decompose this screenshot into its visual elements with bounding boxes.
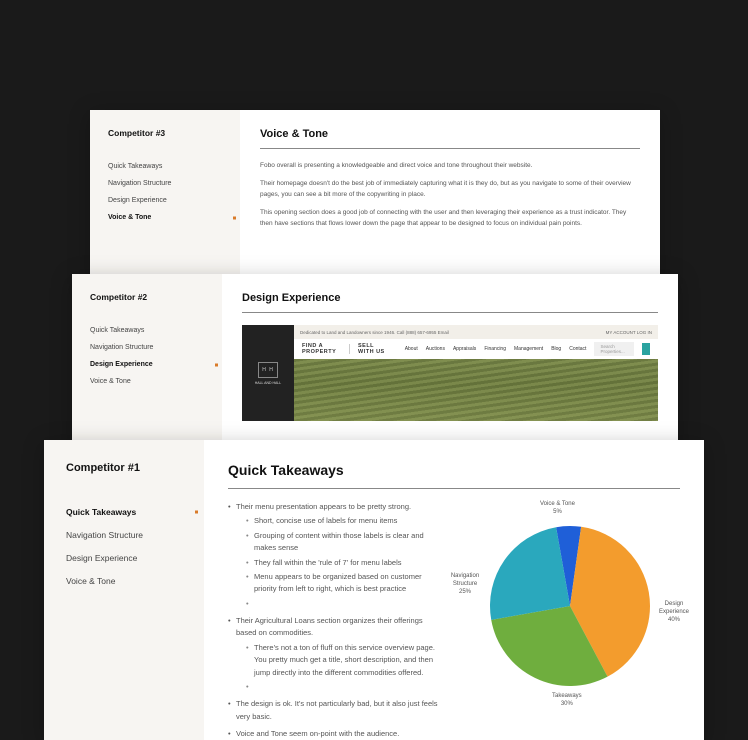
sidebar-item-quick-takeaways[interactable]: Quick Takeaways [108, 160, 226, 173]
search-icon[interactable] [642, 343, 650, 355]
pie-label-voice: Voice & Tone 5% [540, 501, 575, 517]
list-item: Grouping of content within those labels … [246, 530, 440, 555]
sidebar-item-voice-tone[interactable]: Voice & Tone [66, 573, 188, 589]
sidebar-item-navigation-structure[interactable]: Navigation Structure [66, 527, 188, 543]
paragraph: This opening section does a good job of … [260, 208, 640, 229]
nav-find-property[interactable]: FIND A PROPERTY [302, 343, 341, 355]
section-title: Voice & Tone [260, 128, 640, 140]
list-item: There's not a ton of fluff on this servi… [246, 642, 440, 679]
list-item: They fall within the 'rule of 7' for men… [246, 557, 440, 569]
site-topbar: Dedicated to Land and Landowners since 1… [294, 325, 658, 339]
sidebar: Competitor #3 Quick Takeaways Navigation… [90, 110, 240, 290]
list-item [246, 681, 440, 693]
website-screenshot: H H HALL AND HALL Dedicated to Land and … [242, 325, 658, 421]
main-content: Quick Takeaways Their menu presentation … [204, 440, 704, 740]
section-title: Quick Takeaways [228, 462, 680, 478]
logo-mark: H H [262, 367, 274, 373]
sidebar-item-navigation-structure[interactable]: Navigation Structure [90, 341, 208, 354]
logo-text: HALL AND HALL [255, 381, 282, 385]
sidebar-item-design-experience[interactable]: Design Experience [90, 358, 208, 371]
divider [260, 148, 640, 149]
site-navbar: FIND A PROPERTY SELL WITH US About Aucti… [294, 339, 658, 359]
sidebar-item-design-experience[interactable]: Design Experience [66, 550, 188, 566]
competitor-title: Competitor #2 [90, 292, 208, 302]
sidebar-item-navigation-structure[interactable]: Navigation Structure [108, 177, 226, 190]
sidebar-item-quick-takeaways[interactable]: Quick Takeaways [90, 324, 208, 337]
nav-financing[interactable]: Financing [484, 346, 506, 352]
competitor-title: Competitor #1 [66, 462, 188, 474]
sidebar-item-voice-tone[interactable]: Voice & Tone [90, 375, 208, 388]
sidebar-item-voice-tone[interactable]: Voice & Tone [108, 211, 226, 224]
pie-label-navigation: Navigation Structure 25% [440, 573, 490, 596]
list-item: Short, concise use of labels for menu it… [246, 515, 440, 527]
list-item [246, 598, 440, 610]
competitor-title: Competitor #3 [108, 128, 226, 138]
site-logo: H H HALL AND HALL [242, 325, 294, 421]
pie-label-design: Design Experience 40% [650, 601, 698, 624]
nav-separator [349, 344, 350, 354]
nav-sell-with-us[interactable]: SELL WITH US [358, 343, 389, 355]
nav-appraisals[interactable]: Appraisals [453, 346, 476, 352]
section-title: Design Experience [242, 292, 658, 304]
paragraph: Fobo overall is presenting a knowledgeab… [260, 161, 640, 171]
pie-chart: Voice & Tone 5% Navigation Structure 25%… [460, 501, 680, 711]
sidebar-item-quick-takeaways[interactable]: Quick Takeaways [66, 504, 188, 520]
site-hero-image [294, 359, 658, 421]
nav-auctions[interactable]: Auctions [426, 346, 445, 352]
nav-contact[interactable]: Contact [569, 346, 586, 352]
sidebar-item-design-experience[interactable]: Design Experience [108, 194, 226, 207]
main-content: Voice & Tone Fobo overall is presenting … [240, 110, 660, 290]
list-item: Their Agricultural Loans section organiz… [228, 615, 440, 693]
bullet-list: Their menu presentation appears to be pr… [228, 501, 440, 740]
competitor-card-3: Competitor #3 Quick Takeaways Navigation… [90, 110, 660, 290]
site-search-input[interactable]: Search Properties... [594, 342, 633, 356]
topbar-right: MY ACCOUNT LOG IN [606, 330, 652, 335]
list-item: Their menu presentation appears to be pr… [228, 501, 440, 610]
pie-chart-svg [460, 501, 680, 711]
competitor-card-1: Competitor #1 Quick Takeaways Navigation… [44, 440, 704, 740]
nav-management[interactable]: Management [514, 346, 543, 352]
nav-blog[interactable]: Blog [551, 346, 561, 352]
divider [228, 488, 680, 489]
list-item: Menu appears to be organized based on cu… [246, 571, 440, 596]
sidebar: Competitor #1 Quick Takeaways Navigation… [44, 440, 204, 740]
pie-slice [490, 527, 570, 620]
list-item: The design is ok. It's not particularly … [228, 698, 440, 723]
list-item: Voice and Tone seem on-point with the au… [228, 728, 440, 740]
nav-about[interactable]: About [405, 346, 418, 352]
pie-label-takeaways: Takeaways 30% [552, 693, 582, 709]
paragraph: Their homepage doesn't do the best job o… [260, 179, 640, 200]
topbar-left: Dedicated to Land and Landowners since 1… [300, 330, 449, 335]
divider [242, 312, 658, 313]
